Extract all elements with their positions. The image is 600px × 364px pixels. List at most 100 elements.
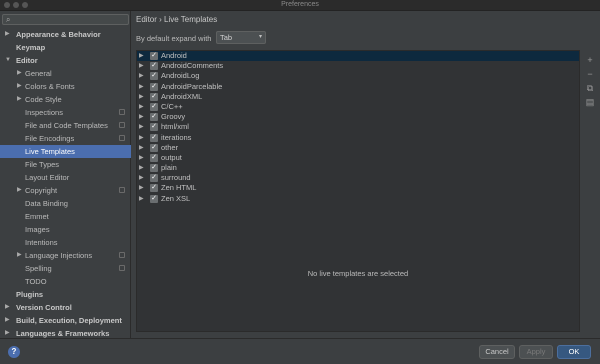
sidebar-item[interactable]: ▼ Editor	[0, 54, 131, 67]
sidebar-item[interactable]: ▶ Appearance & Behavior	[0, 28, 131, 41]
template-group-name: AndroidLog	[161, 71, 200, 81]
sidebar-item[interactable]: ▶ Colors & Fonts	[0, 80, 131, 93]
chevron-right-icon[interactable]: ▶	[139, 82, 144, 92]
sidebar-item[interactable]: ▶ Code Style	[0, 93, 131, 106]
sidebar-item[interactable]: ▶ Version Control	[0, 301, 131, 314]
template-group-row[interactable]: ▶ ✓ AndroidParcelable	[137, 82, 579, 92]
sidebar-item[interactable]: File Encodings	[0, 132, 131, 145]
template-group-row[interactable]: ▶ ✓ Groovy	[137, 112, 579, 122]
sidebar-item[interactable]: Plugins	[0, 288, 131, 301]
chevron-right-icon[interactable]: ▶	[139, 102, 144, 112]
sidebar-item-label: Code Style	[25, 95, 62, 104]
checkbox[interactable]: ✓	[150, 82, 158, 91]
chevron-right-icon[interactable]: ▶	[139, 51, 144, 61]
sidebar-item-label: Emmet	[25, 212, 49, 221]
chevron-right-icon[interactable]: ▶	[17, 249, 22, 262]
checkbox[interactable]: ✓	[150, 164, 158, 173]
expand-with-select[interactable]: Tab ▾	[216, 31, 266, 44]
sidebar-item[interactable]: Layout Editor	[0, 171, 131, 184]
checkbox[interactable]: ✓	[150, 72, 158, 81]
template-group-row[interactable]: ▶ ✓ surround	[137, 173, 579, 183]
copy-icon[interactable]: ⧉	[583, 81, 597, 95]
sidebar-item[interactable]: ▶ General	[0, 67, 131, 80]
template-group-row[interactable]: ▶ ✓ AndroidLog	[137, 71, 579, 81]
chevron-right-icon[interactable]: ▶	[17, 184, 22, 197]
template-group-row[interactable]: ▶ ✓ Android	[137, 51, 579, 62]
chevron-right-icon[interactable]: ▶	[5, 301, 10, 314]
sidebar-item[interactable]: Intentions	[0, 236, 131, 249]
sidebar-item[interactable]: Live Templates	[0, 145, 131, 158]
checkbox[interactable]: ✓	[150, 52, 158, 60]
chevron-right-icon[interactable]: ▶	[139, 194, 144, 204]
chevron-down-icon[interactable]: ▼	[5, 54, 11, 67]
template-group-row[interactable]: ▶ ✓ C/C++	[137, 102, 579, 112]
chevron-right-icon[interactable]: ▶	[17, 67, 22, 80]
chevron-right-icon[interactable]: ▶	[139, 92, 144, 102]
sidebar-item[interactable]: Keymap	[0, 41, 131, 54]
sidebar-item-label: Keymap	[16, 43, 46, 52]
window-title: Preferences	[281, 1, 319, 8]
template-group-row[interactable]: ▶ ✓ plain	[137, 163, 579, 173]
checkbox[interactable]: ✓	[150, 143, 158, 152]
close-window-icon[interactable]	[4, 2, 10, 8]
checkbox[interactable]: ✓	[150, 184, 158, 193]
checkbox[interactable]: ✓	[150, 92, 158, 101]
template-group-row[interactable]: ▶ ✓ AndroidComments	[137, 61, 579, 71]
sidebar-item[interactable]: ▶ Copyright	[0, 184, 131, 197]
apply-button[interactable]: Apply	[519, 345, 553, 359]
chevron-right-icon[interactable]: ▶	[5, 314, 10, 327]
help-button[interactable]: ?	[8, 346, 20, 358]
sidebar-item[interactable]: Inspections	[0, 106, 131, 119]
chevron-right-icon[interactable]: ▶	[5, 28, 10, 41]
add-icon[interactable]: +	[583, 53, 597, 67]
template-group-row[interactable]: ▶ ✓ AndroidXML	[137, 92, 579, 102]
chevron-right-icon[interactable]: ▶	[139, 133, 144, 143]
sidebar-item[interactable]: File Types	[0, 158, 131, 171]
sidebar-item[interactable]: Spelling	[0, 262, 131, 275]
template-group-row[interactable]: ▶ ✓ other	[137, 143, 579, 153]
chevron-right-icon[interactable]: ▶	[139, 183, 144, 193]
checkbox[interactable]: ✓	[150, 194, 158, 203]
sidebar-item[interactable]: TODO	[0, 275, 131, 288]
checkbox[interactable]: ✓	[150, 133, 158, 142]
checkbox[interactable]: ✓	[150, 62, 158, 71]
checkbox[interactable]: ✓	[150, 113, 158, 122]
sidebar-item[interactable]: File and Code Templates	[0, 119, 131, 132]
sidebar-item-label: File Encodings	[25, 134, 75, 143]
ok-button[interactable]: OK	[557, 345, 591, 359]
chevron-right-icon[interactable]: ▶	[139, 153, 144, 163]
chevron-right-icon[interactable]: ▶	[139, 163, 144, 173]
template-group-row[interactable]: ▶ ✓ Zen XSL	[137, 194, 579, 204]
checkbox[interactable]: ✓	[150, 153, 158, 162]
chevron-right-icon[interactable]: ▶	[17, 80, 22, 93]
chevron-right-icon[interactable]: ▶	[17, 93, 22, 106]
template-group-row[interactable]: ▶ ✓ iterations	[137, 133, 579, 143]
template-group-row[interactable]: ▶ ✓ Zen HTML	[137, 183, 579, 193]
checkbox[interactable]: ✓	[150, 174, 158, 183]
chevron-right-icon[interactable]: ▶	[139, 143, 144, 153]
settings-search-input[interactable]: ⌕	[2, 14, 129, 25]
zoom-window-icon[interactable]	[22, 2, 28, 8]
checkbox[interactable]: ✓	[150, 102, 158, 111]
sidebar-item[interactable]: Emmet	[0, 210, 131, 223]
template-group-name: other	[161, 142, 179, 152]
minimize-window-icon[interactable]	[13, 2, 19, 8]
template-group-row[interactable]: ▶ ✓ output	[137, 153, 579, 163]
project-scope-icon	[119, 122, 125, 128]
sidebar-item[interactable]: ▶ Language Injections	[0, 249, 131, 262]
chevron-right-icon[interactable]: ▶	[139, 71, 144, 81]
restore-icon[interactable]: ▤	[583, 95, 597, 109]
templates-tree-panel: ▶ ✓ Android ▶ ✓ AndroidComments ▶ ✓ AndroidLog ▶ ✓…	[136, 50, 580, 332]
sidebar-item[interactable]: Images	[0, 223, 131, 236]
chevron-right-icon[interactable]: ▶	[139, 61, 144, 71]
chevron-right-icon[interactable]: ▶	[139, 112, 144, 122]
cancel-button[interactable]: Cancel	[479, 345, 515, 359]
sidebar-item[interactable]: ▶ Build, Execution, Deployment	[0, 314, 131, 327]
sidebar-item-label: Editor	[16, 56, 38, 65]
sidebar-item[interactable]: Data Binding	[0, 197, 131, 210]
checkbox[interactable]: ✓	[150, 123, 158, 132]
template-group-row[interactable]: ▶ ✓ html/xml	[137, 122, 579, 132]
remove-icon[interactable]: −	[583, 67, 597, 81]
chevron-right-icon[interactable]: ▶	[139, 173, 144, 183]
chevron-right-icon[interactable]: ▶	[139, 122, 144, 132]
